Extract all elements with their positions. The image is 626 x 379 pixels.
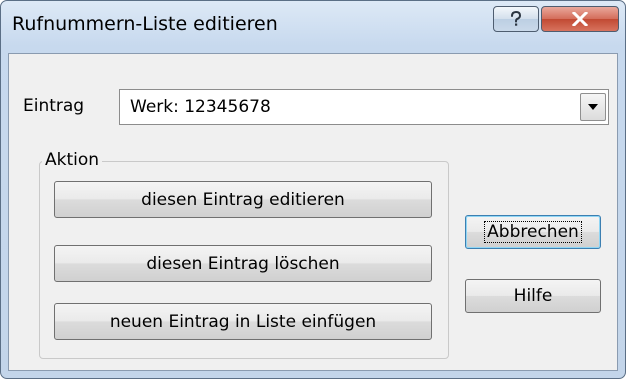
- help-button[interactable]: Hilfe: [465, 279, 601, 313]
- cancel-button[interactable]: Abbrechen: [465, 215, 601, 249]
- chevron-down-icon: [588, 104, 598, 110]
- add-entry-button[interactable]: neuen Eintrag in Liste einfügen: [54, 303, 432, 340]
- window-title: Rufnummern-Liste editieren: [12, 13, 278, 35]
- dialog-client-area: Eintrag Werk: 12345678 Aktion diesen Ein…: [8, 53, 618, 371]
- dialog-window: Rufnummern-Liste editieren Eintrag Werk:…: [0, 0, 626, 379]
- cancel-button-label: Abbrechen: [484, 221, 582, 243]
- titlebar-help-button[interactable]: [493, 6, 539, 32]
- entry-label: Eintrag: [23, 96, 85, 116]
- entry-combobox-value: Werk: 12345678: [130, 97, 271, 117]
- action-group-label: Aktion: [42, 150, 103, 170]
- delete-entry-button[interactable]: diesen Eintrag löschen: [54, 245, 432, 282]
- entry-combobox[interactable]: Werk: 12345678: [119, 89, 609, 125]
- combobox-dropdown-button[interactable]: [580, 93, 606, 121]
- title-bar[interactable]: Rufnummern-Liste editieren: [1, 1, 625, 51]
- close-x-icon: [572, 12, 588, 26]
- titlebar-close-button[interactable]: [541, 6, 619, 32]
- edit-entry-button[interactable]: diesen Eintrag editieren: [54, 181, 432, 218]
- question-mark-icon: [511, 11, 522, 26]
